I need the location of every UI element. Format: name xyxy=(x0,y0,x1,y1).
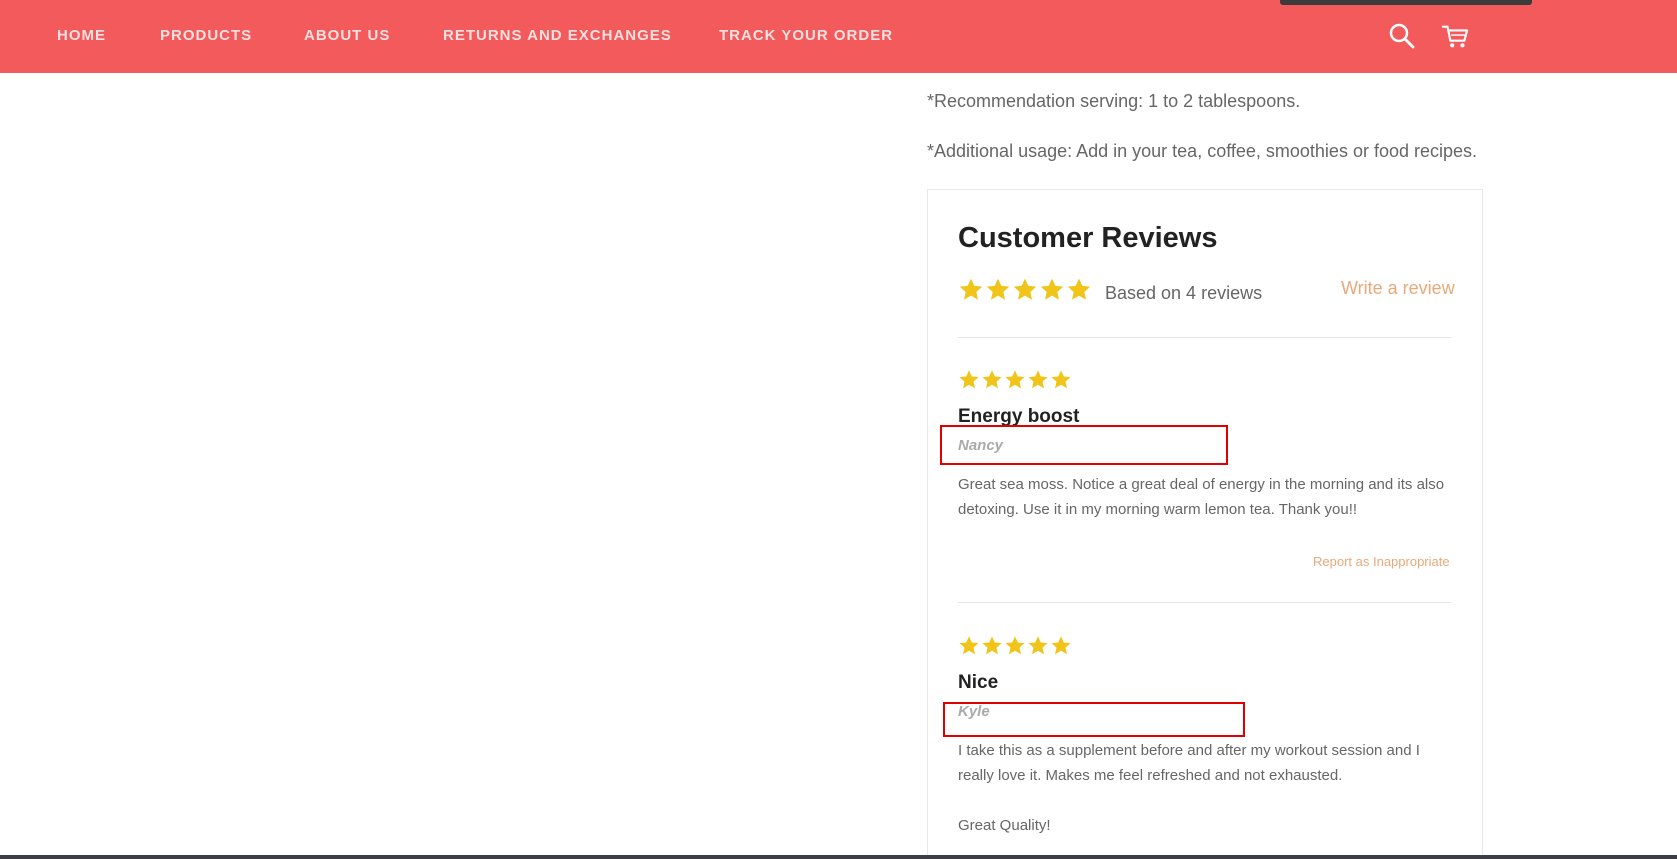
review-title: Nice xyxy=(958,672,999,693)
review-rating-stars xyxy=(958,635,1073,657)
star-icon xyxy=(1013,278,1037,300)
write-review-link[interactable]: Write a review xyxy=(1341,278,1455,299)
bottom-bar xyxy=(0,855,1677,859)
cart-icon[interactable] xyxy=(1441,22,1469,50)
star-icon xyxy=(959,636,979,655)
search-icon[interactable] xyxy=(1388,22,1416,50)
average-rating-stars xyxy=(958,277,1093,303)
review-body: Great sea moss. Notice a great deal of e… xyxy=(958,476,1445,518)
star-icon xyxy=(959,278,983,300)
additional-usage: *Additional usage: Add in your tea, coff… xyxy=(927,141,1478,161)
highlight-box xyxy=(943,702,1245,737)
dropdown-edge xyxy=(1280,0,1532,5)
nav-products[interactable]: PRODUCTS xyxy=(160,27,252,44)
divider xyxy=(958,602,1451,603)
star-icon xyxy=(1005,370,1025,389)
star-icon xyxy=(982,636,1002,655)
nav-about-us[interactable]: ABOUT US xyxy=(304,27,390,44)
star-icon xyxy=(1051,370,1071,389)
divider xyxy=(958,337,1451,338)
serving-recommendation: *Recommendation serving: 1 to 2 tablespo… xyxy=(927,91,1301,111)
highlight-box xyxy=(940,425,1228,465)
star-icon xyxy=(1040,278,1064,300)
review-body-extra: Great Quality! xyxy=(958,817,1051,834)
star-icon xyxy=(1005,636,1025,655)
star-icon xyxy=(1028,370,1048,389)
review-rating-stars xyxy=(958,369,1073,391)
top-navigation: HOME PRODUCTS ABOUT US RETURNS AND EXCHA… xyxy=(0,0,1677,73)
nav-returns-and-exchanges[interactable]: RETURNS AND EXCHANGES xyxy=(443,27,672,44)
nav-home[interactable]: HOME xyxy=(57,27,106,44)
star-icon xyxy=(986,278,1010,300)
reviews-title: Customer Reviews xyxy=(958,222,1218,254)
nav-track-your-order[interactable]: TRACK YOUR ORDER xyxy=(719,27,893,44)
review-body: I take this as a supplement before and a… xyxy=(958,742,1420,784)
report-inappropriate-link[interactable]: Report as Inappropriate xyxy=(1313,554,1450,569)
star-icon xyxy=(1067,278,1091,300)
star-icon xyxy=(1028,636,1048,655)
reviews-count: Based on 4 reviews xyxy=(1105,283,1263,303)
star-icon xyxy=(959,370,979,389)
star-icon xyxy=(1051,636,1071,655)
star-icon xyxy=(982,370,1002,389)
